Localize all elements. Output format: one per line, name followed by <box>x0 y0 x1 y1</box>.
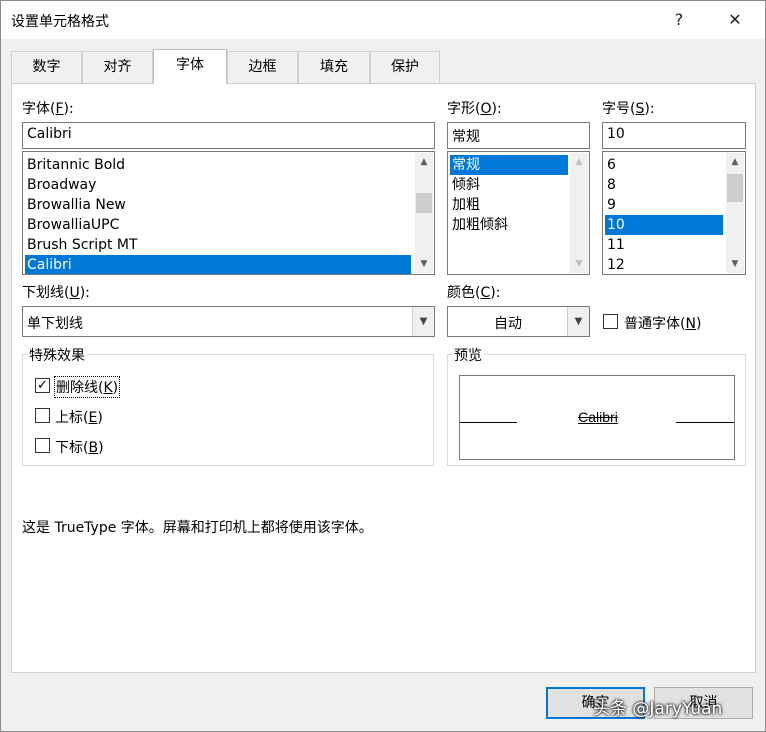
tab-font[interactable]: 字体 <box>153 49 227 84</box>
font-list-item-selected[interactable]: Calibri <box>25 255 411 274</box>
size-input[interactable]: 10 <box>602 122 746 149</box>
subscript-label: 下标(B) <box>55 440 104 456</box>
underline-value: 单下划线 <box>27 316 83 332</box>
watermark-text: 头条 @JaryYuan <box>593 699 723 719</box>
close-icon[interactable]: ✕ <box>717 5 753 35</box>
superscript-label: 上标(E) <box>55 410 103 426</box>
help-icon[interactable]: ? <box>661 5 697 35</box>
normal-font-label: 普通字体(N) <box>624 316 702 332</box>
style-input[interactable]: 常规 <box>447 122 590 149</box>
effects-group: 特殊效果 ✓ 删除线(K) 上标(E) 下标(B) <box>22 345 434 466</box>
size-list-item[interactable]: 8 <box>605 175 723 195</box>
subscript-checkbox[interactable] <box>35 438 50 453</box>
font-list-item[interactable]: Broadway <box>25 175 411 195</box>
dialog-title: 设置单元格格式 <box>11 14 109 30</box>
style-list-item[interactable]: 倾斜 <box>450 175 568 195</box>
normal-font-checkbox[interactable] <box>603 314 618 329</box>
scroll-thumb[interactable] <box>727 174 743 202</box>
size-list[interactable]: 6 8 9 10 11 12 ▲ ▼ <box>602 151 746 275</box>
style-list-item-selected[interactable]: 常规 <box>450 155 568 175</box>
size-list-scrollbar[interactable]: ▲ ▼ <box>726 153 744 273</box>
strikethrough-label: 删除线(K) <box>53 376 121 398</box>
preview-box: Calibri <box>459 375 735 460</box>
underline-select[interactable]: 单下划线 ▼ <box>22 306 435 337</box>
underline-label: 下划线(U): <box>22 285 90 301</box>
font-list-item[interactable]: BrowalliaUPC <box>25 215 411 235</box>
scroll-up-icon[interactable]: ▲ <box>415 153 433 171</box>
font-label: 字体(F): <box>22 101 74 117</box>
font-list-item[interactable]: Browallia New <box>25 195 411 215</box>
color-label: 颜色(C): <box>447 285 501 301</box>
style-list-item[interactable]: 加粗倾斜 <box>450 215 568 235</box>
font-list-scrollbar[interactable]: ▲ ▼ <box>415 153 433 273</box>
scroll-down-icon[interactable]: ▼ <box>415 255 433 273</box>
superscript-checkbox[interactable] <box>35 408 50 423</box>
font-list-item[interactable]: Brush Script MT <box>25 235 411 255</box>
preview-group: 预览 Calibri <box>447 345 746 466</box>
preview-title: 预览 <box>452 345 484 365</box>
font-info-text: 这是 TrueType 字体。屏幕和打印机上都将使用该字体。 <box>22 520 373 536</box>
font-list-item[interactable]: Britannic Bold <box>25 155 411 175</box>
scroll-down-icon[interactable]: ▼ <box>570 255 588 273</box>
style-list-scrollbar[interactable]: ▲ ▼ <box>570 153 588 273</box>
font-input[interactable]: Calibri <box>22 122 435 149</box>
tab-alignment[interactable]: 对齐 <box>82 51 153 83</box>
chevron-down-icon[interactable]: ▼ <box>412 307 434 336</box>
chevron-down-icon[interactable]: ▼ <box>567 307 589 336</box>
tab-border[interactable]: 边框 <box>227 51 298 83</box>
color-value: 自动 <box>494 316 522 332</box>
scroll-down-icon[interactable]: ▼ <box>726 255 744 273</box>
size-list-item[interactable]: 9 <box>605 195 723 215</box>
tab-fill[interactable]: 填充 <box>298 51 370 83</box>
size-list-item[interactable]: 11 <box>605 235 723 255</box>
tab-number[interactable]: 数字 <box>11 51 82 83</box>
style-list[interactable]: 常规 倾斜 加粗 加粗倾斜 ▲ ▼ <box>447 151 590 275</box>
effects-title: 特殊效果 <box>27 345 87 365</box>
scroll-thumb[interactable] <box>416 193 432 213</box>
scroll-up-icon[interactable]: ▲ <box>570 153 588 171</box>
style-list-item[interactable]: 加粗 <box>450 195 568 215</box>
title-bar: 设置单元格格式 ? ✕ <box>1 1 765 39</box>
size-list-item-selected[interactable]: 10 <box>605 215 723 235</box>
size-label: 字号(S): <box>602 101 655 117</box>
color-select[interactable]: 自动 ▼ <box>447 306 590 337</box>
preview-baseline-right <box>676 422 734 423</box>
size-list-item[interactable]: 12 <box>605 255 723 274</box>
format-cells-dialog: 设置单元格格式 ? ✕ 数字 对齐 字体 边框 填充 保护 字体(F): Cal… <box>0 0 766 732</box>
strikethrough-checkbox[interactable]: ✓ <box>35 378 50 393</box>
scroll-up-icon[interactable]: ▲ <box>726 153 744 171</box>
font-list[interactable]: Britannic Bold Broadway Browallia New Br… <box>22 151 435 275</box>
tab-protection[interactable]: 保护 <box>370 51 440 83</box>
font-tab-panel: 字体(F): Calibri Britannic Bold Broadway B… <box>11 83 756 673</box>
size-list-item[interactable]: 6 <box>605 155 723 175</box>
style-label: 字形(O): <box>447 101 502 117</box>
